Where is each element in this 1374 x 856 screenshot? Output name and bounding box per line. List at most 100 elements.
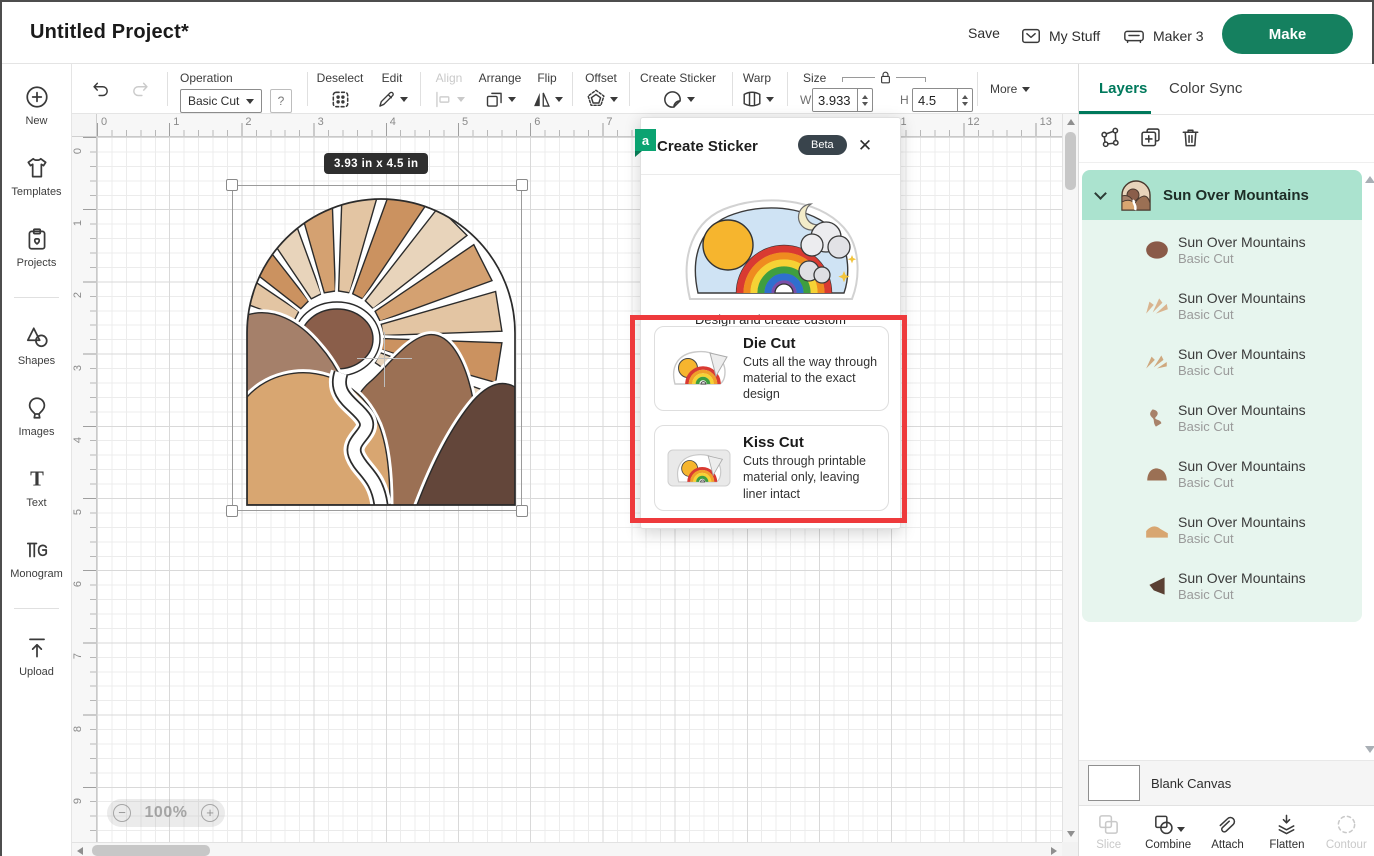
- operation-select[interactable]: Basic Cut: [180, 89, 262, 113]
- layer-row[interactable]: Sun Over Mountains Basic Cut: [1082, 502, 1362, 558]
- sidebar-item-text[interactable]: TText: [2, 466, 71, 509]
- kiss-cut-option[interactable]: Kiss Cut Cuts through printable material…: [654, 425, 889, 511]
- redo-button[interactable]: [129, 78, 152, 100]
- width-field[interactable]: [812, 88, 873, 112]
- layer-row[interactable]: Sun Over Mountains Basic Cut: [1082, 390, 1362, 446]
- tab-color-sync[interactable]: Color Sync: [1169, 80, 1242, 97]
- panel-scroll-up-arrow[interactable]: [1365, 176, 1374, 183]
- close-icon[interactable]: ✕: [852, 133, 878, 159]
- lock-ratio-button[interactable]: [877, 69, 894, 86]
- project-title[interactable]: Untitled Project*: [30, 21, 189, 44]
- sidebar-item-templates[interactable]: Templates: [2, 155, 71, 198]
- height-field[interactable]: [912, 88, 973, 112]
- artwork-sun-over-mountains[interactable]: [237, 187, 525, 509]
- operation-help-button[interactable]: ?: [270, 89, 292, 113]
- arrange-icon: [484, 89, 505, 110]
- sidebar-item-shapes[interactable]: Shapes: [2, 324, 71, 367]
- align-icon: [433, 89, 454, 110]
- height-input[interactable]: [913, 89, 957, 111]
- layer-row[interactable]: Sun Over Mountains Basic Cut: [1082, 222, 1362, 278]
- edit-button[interactable]: Edit: [370, 70, 414, 112]
- flatten-icon: [1275, 813, 1298, 836]
- duplicate-button[interactable]: [1139, 126, 1162, 149]
- deselect-button[interactable]: Deselect: [312, 70, 368, 112]
- layer-name: Sun Over Mountains: [1178, 570, 1306, 588]
- delete-button[interactable]: [1179, 126, 1202, 149]
- resize-handle-sw[interactable]: [226, 505, 238, 517]
- sidebar-item-upload[interactable]: Upload: [2, 635, 71, 678]
- chevron-down-icon: [1022, 87, 1030, 92]
- ruler-number: 5: [72, 509, 84, 515]
- offset-button[interactable]: Offset: [577, 70, 625, 112]
- height-stepper[interactable]: [957, 89, 972, 111]
- resize-handle-se[interactable]: [516, 505, 528, 517]
- size-label: Size: [803, 70, 826, 86]
- zoom-in-button[interactable]: +: [201, 804, 219, 822]
- ruler-number: 6: [534, 116, 540, 128]
- ruler-number: 7: [72, 653, 84, 659]
- machine-selector[interactable]: Maker 3: [1122, 25, 1204, 47]
- pencil-icon: [376, 89, 397, 110]
- size-tooltip: 3.93 in x 4.5 in: [324, 153, 428, 174]
- vertical-scroll-thumb[interactable]: [1065, 132, 1076, 190]
- chevron-down-icon: [555, 97, 563, 102]
- undo-button[interactable]: [89, 78, 112, 100]
- layer-operation: Basic Cut: [1178, 363, 1306, 378]
- scroll-up-arrow[interactable]: [1067, 119, 1075, 125]
- text-icon: T: [24, 466, 50, 492]
- create-sticker-button[interactable]: Create Sticker: [635, 70, 721, 112]
- group-thumbnail: [1119, 178, 1153, 212]
- save-button[interactable]: Save: [968, 25, 1000, 41]
- panel-scroll-down-arrow[interactable]: [1365, 746, 1374, 753]
- layer-operation: Basic Cut: [1178, 251, 1306, 266]
- my-stuff-button[interactable]: My Stuff: [1020, 25, 1100, 47]
- scroll-down-arrow[interactable]: [1067, 831, 1075, 837]
- layer-group-header[interactable]: Sun Over Mountains: [1082, 170, 1362, 220]
- offset-icon: [585, 88, 607, 110]
- sidebar-item-monogram[interactable]: Monogram: [2, 537, 71, 580]
- design-sidebar: New Templates Projects Shapes Images TText Mon…: [2, 64, 72, 856]
- canvas-vertical-scrollbar[interactable]: [1062, 114, 1078, 842]
- arrange-button[interactable]: Arrange: [472, 70, 528, 112]
- canvas-color-swatch[interactable]: [1088, 765, 1140, 801]
- scroll-right-arrow[interactable]: [1051, 847, 1057, 855]
- resize-handle-nw[interactable]: [226, 179, 238, 191]
- sidebar-item-projects[interactable]: Projects: [2, 226, 71, 269]
- sidebar-item-images[interactable]: Images: [2, 395, 71, 438]
- ruler-number: 12: [967, 116, 979, 128]
- tab-layers[interactable]: Layers: [1099, 80, 1147, 97]
- canvas-horizontal-scrollbar[interactable]: [72, 842, 1062, 856]
- die-cut-option[interactable]: Die Cut Cuts all the way through materia…: [654, 326, 889, 411]
- popup-header: Create Sticker Beta ✕: [641, 118, 900, 175]
- blank-canvas-row[interactable]: Blank Canvas: [1079, 760, 1374, 805]
- layer-row[interactable]: Sun Over Mountains Basic Cut: [1082, 334, 1362, 390]
- horizontal-scroll-thumb[interactable]: [92, 845, 210, 856]
- flip-button[interactable]: Flip: [527, 70, 567, 112]
- layer-operation: Basic Cut: [1178, 307, 1306, 322]
- layer-actions-bar: SliceCombineAttachFlattenContour: [1079, 805, 1374, 856]
- layer-row[interactable]: Sun Over Mountains Basic Cut: [1082, 278, 1362, 334]
- ruler-number: 4: [390, 116, 396, 128]
- warp-button[interactable]: Warp: [735, 70, 779, 112]
- ruler-number: 9: [72, 798, 84, 804]
- width-stepper[interactable]: [857, 89, 872, 111]
- flatten-button[interactable]: Flatten: [1257, 806, 1316, 856]
- layer-row[interactable]: Sun Over Mountains Basic Cut: [1082, 446, 1362, 502]
- more-button[interactable]: More: [990, 81, 1030, 97]
- sidebar-item-new[interactable]: New: [2, 84, 71, 127]
- kiss-cut-icon: [665, 445, 733, 491]
- design-canvas[interactable]: 012345678910111213 0123456789: [72, 114, 1078, 856]
- scroll-left-arrow[interactable]: [77, 847, 83, 855]
- make-button[interactable]: Make: [1222, 14, 1353, 54]
- die-cut-description: Cuts all the way through material to the…: [743, 354, 878, 403]
- attach-button[interactable]: Attach: [1198, 806, 1257, 856]
- resize-handle-ne[interactable]: [516, 179, 528, 191]
- zoom-out-button[interactable]: −: [113, 804, 131, 822]
- combine-button[interactable]: Combine: [1138, 806, 1197, 856]
- layer-row[interactable]: Sun Over Mountains Basic Cut: [1082, 558, 1362, 614]
- blank-canvas-label: Blank Canvas: [1151, 776, 1231, 791]
- group-button[interactable]: [1099, 126, 1122, 149]
- monogram-icon: [24, 537, 50, 563]
- width-input[interactable]: [813, 89, 857, 111]
- ruler-number: 6: [72, 581, 84, 587]
